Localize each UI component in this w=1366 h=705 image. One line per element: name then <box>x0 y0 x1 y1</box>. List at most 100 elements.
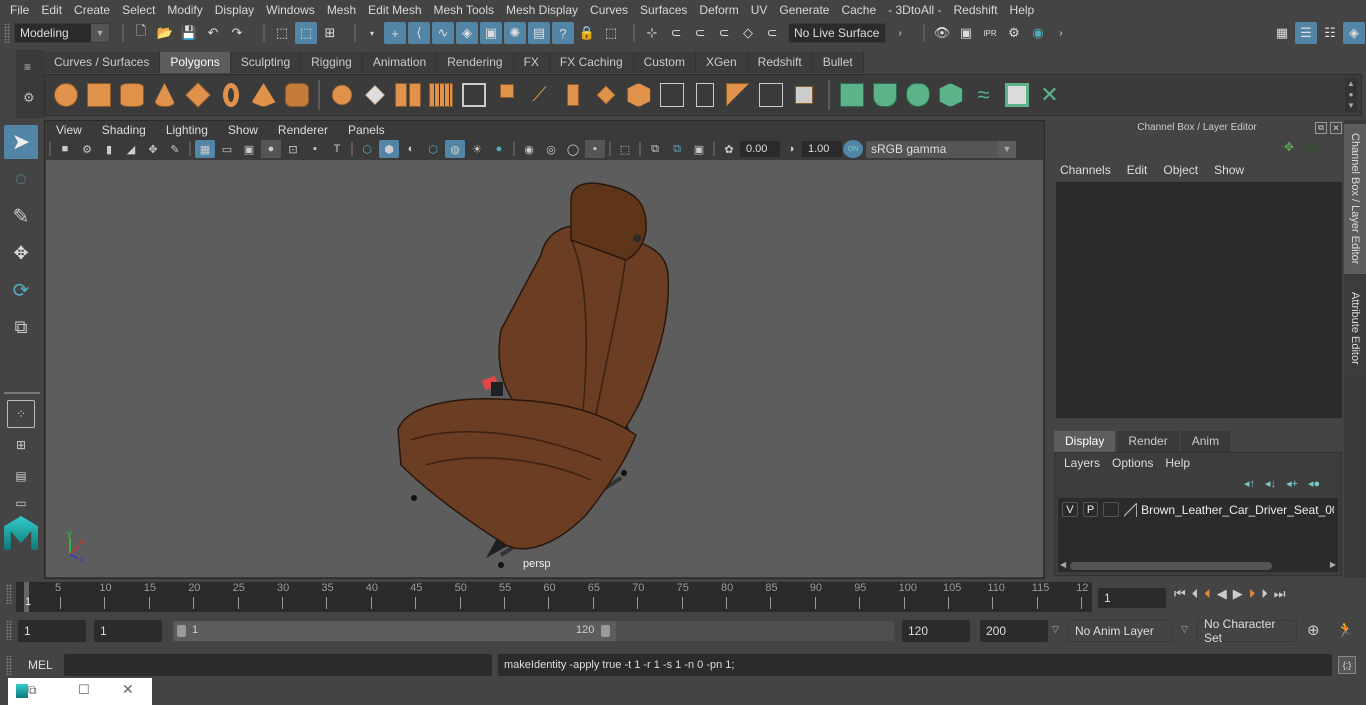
menu-mesh-display[interactable]: Mesh Display <box>500 0 584 20</box>
grid-icon[interactable]: ▦ <box>195 140 215 158</box>
shelf-menu-icon[interactable]: ≡ <box>24 60 31 74</box>
ipr-render-icon[interactable]: IPR <box>979 22 1001 44</box>
scroll-right-icon[interactable]: ▶ <box>1330 560 1336 569</box>
bridge-icon[interactable] <box>491 79 522 111</box>
resolution-gate-icon[interactable]: ▣ <box>239 140 259 158</box>
shelf-tab-custom[interactable]: Custom <box>633 52 696 73</box>
shelf-settings-icon[interactable]: ⚙ <box>23 90 35 106</box>
close-panel-icon[interactable]: ✕ <box>1330 122 1342 134</box>
planar-uv-icon[interactable] <box>836 79 867 111</box>
exposure-icon[interactable]: ✿ <box>719 140 739 158</box>
panel-menu-view[interactable]: View <box>46 121 92 139</box>
select-deformations-icon[interactable]: ▣ <box>480 22 502 44</box>
menu-uv[interactable]: UV <box>745 0 774 20</box>
save-scene-icon[interactable]: 💾 <box>178 22 200 44</box>
quadrangulate-icon[interactable] <box>755 79 786 111</box>
shadows-icon[interactable]: ● <box>489 140 509 158</box>
anti-aliasing-icon[interactable]: ◯ <box>563 140 583 158</box>
auto-key-icon[interactable]: ⊕ <box>1307 621 1320 639</box>
spherical-uv-icon[interactable] <box>902 79 933 111</box>
xray-joints-icon[interactable]: ⧉ <box>645 140 665 158</box>
chevron-down-icon[interactable]: ▾ <box>362 23 382 43</box>
time-slider[interactable]: 1 5 10 15 20 25 30 35 40 45 50 55 60 65 70 75 80 85 90 95 1… <box>16 582 1092 612</box>
render-frame-icon[interactable]: ▣ <box>955 22 977 44</box>
select-handles-icon[interactable]: + <box>384 22 406 44</box>
undo-icon[interactable]: ↶ <box>202 22 224 44</box>
menu-edit[interactable]: Edit <box>35 0 68 20</box>
shelf-tab-bullet[interactable]: Bullet <box>812 52 864 73</box>
play-forwards-icon[interactable]: ▶ <box>1233 586 1243 602</box>
shelf-scroll[interactable]: ▲ ● ▼ <box>1345 78 1357 112</box>
menu-modify[interactable]: Modify <box>161 0 208 20</box>
toggle-attribute-editor-icon[interactable]: ☰ <box>1295 22 1317 44</box>
unfold-uv-icon[interactable]: ≈ <box>968 79 999 111</box>
shelf-tab-redshift[interactable]: Redshift <box>747 52 813 73</box>
anim-start-field[interactable]: 1 <box>94 620 162 642</box>
gamma-icon[interactable]: ◑ <box>781 140 801 158</box>
center-pivot-icon[interactable] <box>656 79 687 111</box>
poly-pyramid-icon[interactable] <box>248 79 279 111</box>
snap-grid-icon[interactable]: ⊹ <box>641 22 663 44</box>
menu-mesh-tools[interactable]: Mesh Tools <box>428 0 500 20</box>
hypershade-icon[interactable]: ◉ <box>1027 22 1049 44</box>
channels-menu[interactable]: Channels <box>1052 160 1119 180</box>
range-slider[interactable]: 1 120 <box>172 621 894 641</box>
uv-editor-icon[interactable] <box>1001 79 1032 111</box>
toggle-tool-settings-icon[interactable]: ☷ <box>1319 22 1341 44</box>
mirror-icon[interactable] <box>392 79 423 111</box>
bookmark-icon[interactable]: ▮ <box>99 140 119 158</box>
multi-cut-icon[interactable]: ⟋ <box>524 79 555 111</box>
single-perspective-layout-icon[interactable]: ⁘ <box>7 400 35 428</box>
drag-handle[interactable] <box>4 23 10 43</box>
wireframe-on-shaded-icon[interactable]: ◐ <box>401 140 421 158</box>
move-layer-up-icon[interactable]: ◂↑ <box>1244 477 1255 490</box>
menu-display[interactable]: Display <box>209 0 260 20</box>
fill-hole-icon[interactable] <box>788 79 819 111</box>
modeling-toolkit-icon[interactable]: ▦ <box>1271 22 1293 44</box>
render-settings-icon[interactable]: ⚙ <box>1003 22 1025 44</box>
close-icon[interactable]: ✕ <box>122 681 134 698</box>
bevel-face-icon[interactable] <box>623 79 654 111</box>
outliner-layout-icon[interactable]: ▤ <box>7 462 35 490</box>
film-gate-icon[interactable]: ▭ <box>217 140 237 158</box>
menu-edit-mesh[interactable]: Edit Mesh <box>362 0 427 20</box>
select-component-icon[interactable]: ⊞ <box>319 22 341 44</box>
poly-pipe-icon[interactable] <box>281 79 312 111</box>
select-dynamics-icon[interactable]: ✺ <box>504 22 526 44</box>
combine-icon[interactable] <box>326 79 357 111</box>
command-language-toggle[interactable]: MEL <box>28 658 53 672</box>
edge-loop-icon[interactable] <box>689 79 720 111</box>
xray-icon[interactable]: ⬡ <box>423 140 443 158</box>
menu-3dtoall[interactable]: - 3DtoAll - <box>882 0 947 20</box>
layer-row[interactable]: V P Brown_Leather_Car_Driver_Seat_001_ <box>1058 498 1338 521</box>
menu-deform[interactable]: Deform <box>693 0 744 20</box>
use-lights-icon[interactable]: ☀ <box>467 140 487 158</box>
graph-layout-icon[interactable]: ▭ <box>7 493 35 513</box>
restore-icon[interactable]: ⧉ <box>28 683 37 698</box>
image-plane-icon[interactable]: ◢ <box>121 140 141 158</box>
shelf-tab-fx[interactable]: FX <box>513 52 550 73</box>
panel-menu-renderer[interactable]: Renderer <box>268 121 338 139</box>
maximize-icon[interactable]: ☐ <box>78 682 90 698</box>
range-handle[interactable] <box>6 620 12 640</box>
safe-action-icon[interactable]: ▪ <box>305 140 325 158</box>
merge-icon[interactable] <box>590 79 621 111</box>
motion-blur-icon[interactable]: ◎ <box>541 140 561 158</box>
expand-arrow-icon[interactable]: › <box>1051 23 1071 43</box>
camera-attributes-icon[interactable]: ⚙ <box>77 140 97 158</box>
rotate-tool-icon[interactable]: ⟳ <box>4 273 38 307</box>
paint-select-tool-icon[interactable]: ✎ <box>4 199 38 233</box>
ambient-occlusion-icon[interactable]: ◉ <box>519 140 539 158</box>
menu-cache[interactable]: Cache <box>835 0 882 20</box>
automatic-uv-icon[interactable] <box>935 79 966 111</box>
range-end-handle[interactable] <box>601 625 610 637</box>
field-chart-icon[interactable]: ⊡ <box>283 140 303 158</box>
select-misc-icon[interactable]: ? <box>552 22 574 44</box>
shelf-tab-curves-surfaces[interactable]: Curves / Surfaces <box>44 52 161 73</box>
color-space-dropdown[interactable]: sRGB gamma ▼ <box>866 140 1016 158</box>
anim-end-field[interactable]: 120 <box>902 620 970 642</box>
new-empty-layer-icon[interactable]: ◂+ <box>1286 477 1298 490</box>
textured-icon[interactable]: ◍ <box>445 140 465 158</box>
snap-projected-icon[interactable]: ⊂ <box>713 22 735 44</box>
animation-preferences-icon[interactable]: 🏃 <box>1336 621 1355 639</box>
